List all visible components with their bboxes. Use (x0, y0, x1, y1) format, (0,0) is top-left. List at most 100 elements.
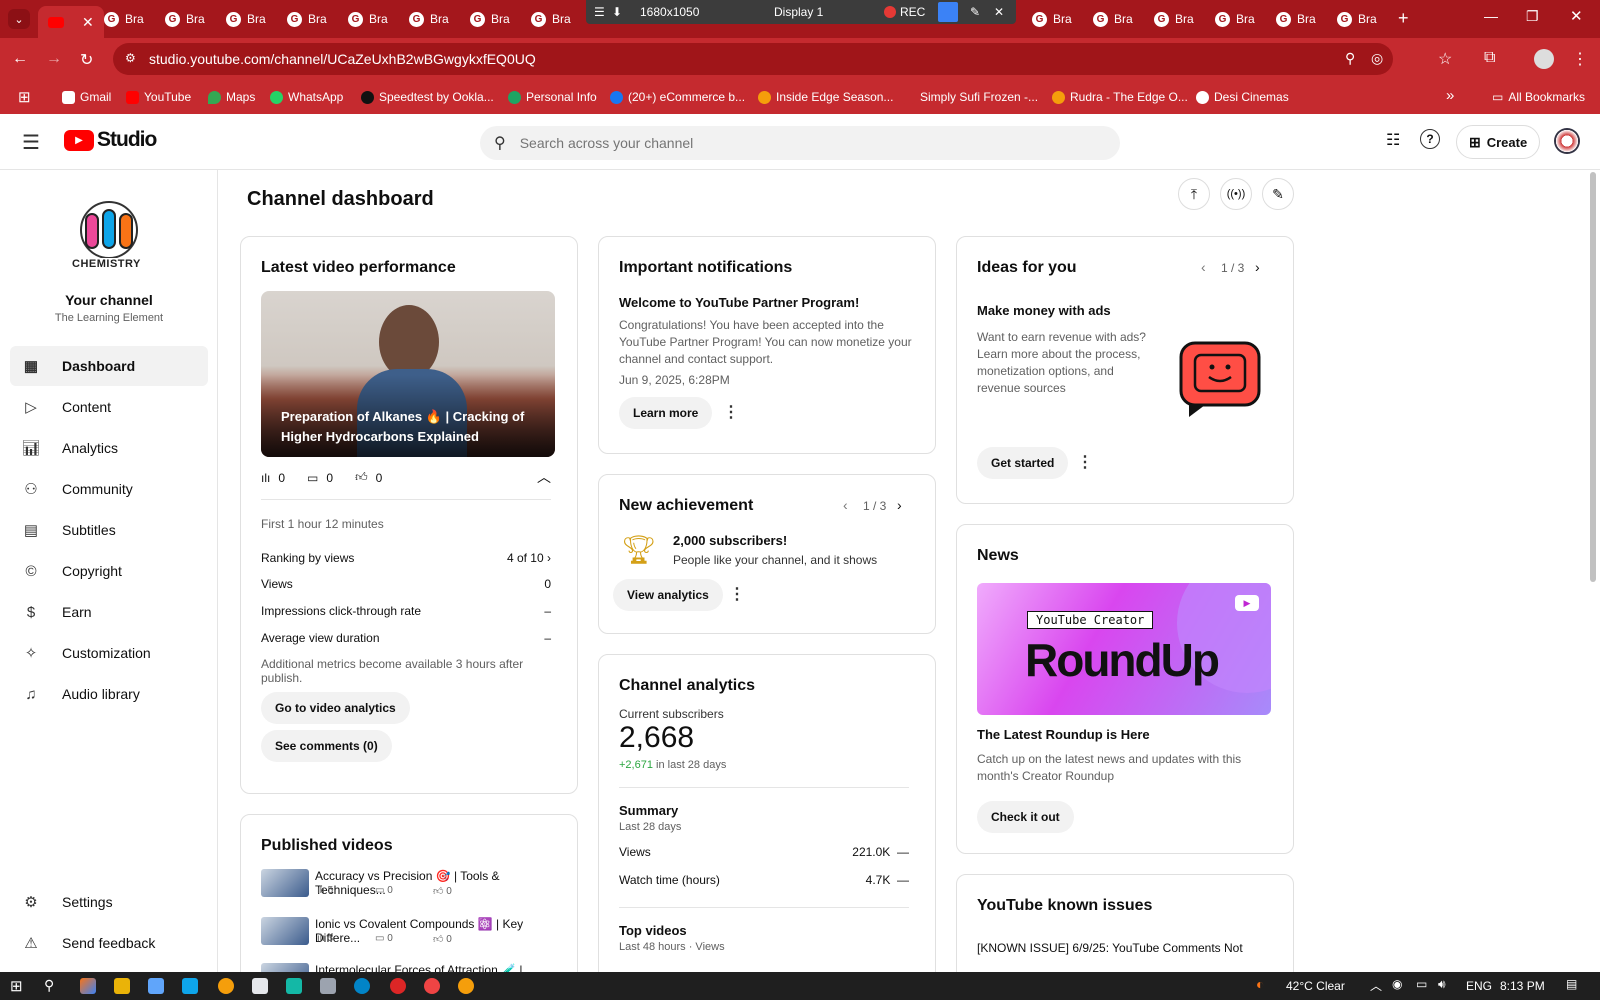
check-it-out-button[interactable]: Check it out (977, 801, 1074, 833)
reload-icon[interactable]: ↻ (80, 50, 93, 70)
account-avatar[interactable] (1554, 128, 1580, 154)
back-icon[interactable]: ← (12, 50, 28, 68)
create-button[interactable]: ⊞ Create (1456, 125, 1541, 159)
browser-tab[interactable]: G Bra (1154, 7, 1194, 31)
zoom-icon[interactable]: ⚲ (1345, 50, 1355, 67)
language-indicator[interactable]: ENG (1466, 979, 1492, 993)
browser-tab[interactable]: G Bra (348, 7, 388, 31)
bookmark-item[interactable]: Speedtest by Ookla... (361, 90, 494, 104)
recorder-capture-icon[interactable] (938, 2, 958, 22)
chevron-up-icon[interactable]: ︿ (1370, 977, 1382, 994)
chevron-up-icon[interactable]: ︿ (537, 467, 551, 487)
chrome-icon[interactable] (458, 978, 474, 994)
browser-tab[interactable]: G Bra (1337, 7, 1377, 31)
chrome-icon[interactable] (424, 978, 440, 994)
page-scrollbar[interactable] (1590, 172, 1596, 582)
network-icon[interactable]: ▭ (1416, 977, 1427, 991)
recorder-icon[interactable] (390, 978, 406, 994)
menu-icon[interactable]: ☰ (594, 5, 605, 19)
more-vert-icon[interactable]: ⋮ (1572, 49, 1588, 69)
sidebar-item-earn[interactable]: $ Earn (10, 592, 208, 632)
search-icon[interactable]: ⚲ (44, 977, 54, 994)
address-bar[interactable]: ⚙ studio.youtube.com/channel/UCaZeUxhB2w… (113, 43, 1393, 75)
notifications-icon[interactable]: ▤ (1566, 977, 1577, 991)
file-explorer-icon[interactable] (114, 978, 130, 994)
bookmark-item[interactable]: Maps (208, 90, 255, 104)
channel-logo[interactable]: CHEMISTRY (70, 200, 148, 272)
extensions-icon[interactable]: ⧉ (1484, 49, 1495, 67)
app-icon[interactable] (286, 978, 302, 994)
minimize-icon[interactable]: — (1484, 8, 1498, 24)
more-bookmarks-icon[interactable]: » (1446, 87, 1454, 104)
sidebar-item-send-feedback[interactable]: ⚠ Send feedback (10, 923, 208, 963)
profile-avatar[interactable] (1534, 49, 1554, 69)
sidebar-item-copyright[interactable]: © Copyright (10, 551, 208, 591)
browser-tab[interactable]: G Bra (226, 7, 266, 31)
bookmark-item[interactable]: Simply Sufi Frozen -... (902, 90, 1038, 104)
eye-off-icon[interactable]: ◎ (1371, 50, 1383, 67)
feedback-comment-icon[interactable]: ☷ (1386, 130, 1400, 150)
go-live-icon[interactable]: ((•)) (1220, 178, 1252, 210)
bookmark-item[interactable]: Rudra - The Edge O... (1052, 90, 1188, 104)
search-input[interactable] (519, 135, 1080, 151)
browser-tab[interactable]: G Bra (470, 7, 510, 31)
more-vert-icon[interactable]: ⋮ (729, 584, 745, 604)
video-thumbnail[interactable]: Preparation of Alkanes 🔥 | Cracking of H… (261, 291, 555, 457)
upload-icon[interactable]: ⤒ (1178, 178, 1210, 210)
help-icon[interactable]: ? (1420, 129, 1440, 149)
apps-grid-icon[interactable]: ⊞ (18, 88, 31, 106)
sidebar-item-customization[interactable]: ✧ Customization (10, 633, 208, 673)
sidebar-item-settings[interactable]: ⚙ Settings (10, 882, 208, 922)
metric-row[interactable]: Ranking by views 4 of 10 › (261, 551, 551, 565)
bookmark-item[interactable]: Gmail (62, 90, 111, 104)
see-comments-button[interactable]: See comments (0) (261, 730, 392, 762)
chevron-right-icon[interactable]: › (897, 497, 902, 513)
tab-youtube-studio[interactable]: ✕ (38, 6, 104, 38)
browser-tab[interactable]: G Bra (165, 7, 205, 31)
recorder-close-icon[interactable]: ✕ (994, 5, 1004, 19)
get-started-button[interactable]: Get started (977, 447, 1069, 479)
chrome-icon[interactable] (218, 978, 234, 994)
bookmark-item[interactable]: (20+) eCommerce b... (610, 90, 745, 104)
site-info-icon[interactable]: ⚙ (125, 51, 136, 65)
view-analytics-button[interactable]: View analytics (613, 579, 723, 611)
bookmark-item[interactable]: Desi Cinemas (1196, 90, 1289, 104)
go-to-video-analytics-button[interactable]: Go to video analytics (261, 692, 410, 724)
browser-tab[interactable]: G Bra (1093, 7, 1133, 31)
forward-icon[interactable]: → (46, 50, 62, 68)
pin-icon[interactable]: ⬇ (612, 5, 622, 19)
clock[interactable]: 8:13 PM (1500, 979, 1545, 993)
list-item[interactable]: Accuracy vs Precision 🎯 | Tools & Techni… (261, 869, 561, 905)
copilot-icon[interactable] (80, 978, 96, 994)
bookmark-item[interactable]: Personal Info (508, 90, 597, 104)
notepad-icon[interactable] (252, 978, 268, 994)
sidebar-item-audio-library[interactable]: ♫ Audio library (10, 674, 208, 714)
browser-tab[interactable]: G Bra (1215, 7, 1255, 31)
sidebar-item-community[interactable]: ⚇ Community (10, 469, 208, 509)
calculator-icon[interactable] (320, 978, 336, 994)
recorder-rec-label[interactable]: REC (900, 5, 925, 19)
search-bar[interactable]: ⚲ (480, 126, 1120, 160)
pen-icon[interactable]: ✎ (970, 5, 980, 19)
browser-tab[interactable]: G Bra (1032, 7, 1072, 31)
volume-icon[interactable]: 🔊︎ (1438, 977, 1446, 992)
new-tab-plus-icon[interactable]: + (1398, 8, 1409, 29)
known-issue-link[interactable]: [KNOWN ISSUE] 6/9/25: YouTube Comments N… (977, 941, 1243, 955)
restore-icon[interactable]: ❐ (1526, 8, 1539, 25)
list-item[interactable]: Ionic vs Covalent Compounds ⚛️ | Key Dif… (261, 917, 561, 953)
browser-tab[interactable]: G Bra (104, 7, 144, 31)
browser-tab[interactable]: G Bra (531, 7, 571, 31)
news-banner[interactable]: ▶ YouTube Creator RoundUp (977, 583, 1271, 715)
more-vert-icon[interactable]: ⋮ (1077, 452, 1093, 472)
all-bookmarks[interactable]: ▭ All Bookmarks (1492, 90, 1585, 104)
store-icon[interactable] (148, 978, 164, 994)
browser-tab[interactable]: G Bra (409, 7, 449, 31)
bookmark-item[interactable]: Inside Edge Season... (758, 90, 893, 104)
list-item[interactable]: Intermolecular Forces of Attraction 🧪 | … (261, 963, 561, 972)
chevron-right-icon[interactable]: › (1255, 259, 1260, 275)
hamburger-menu-icon[interactable]: ☰ (22, 130, 40, 155)
chevron-left-icon[interactable]: ‹ (1201, 259, 1206, 275)
browser-tab[interactable]: G Bra (1276, 7, 1316, 31)
sidebar-item-dashboard[interactable]: ▦ Dashboard (10, 346, 208, 386)
more-vert-icon[interactable]: ⋮ (723, 402, 739, 422)
